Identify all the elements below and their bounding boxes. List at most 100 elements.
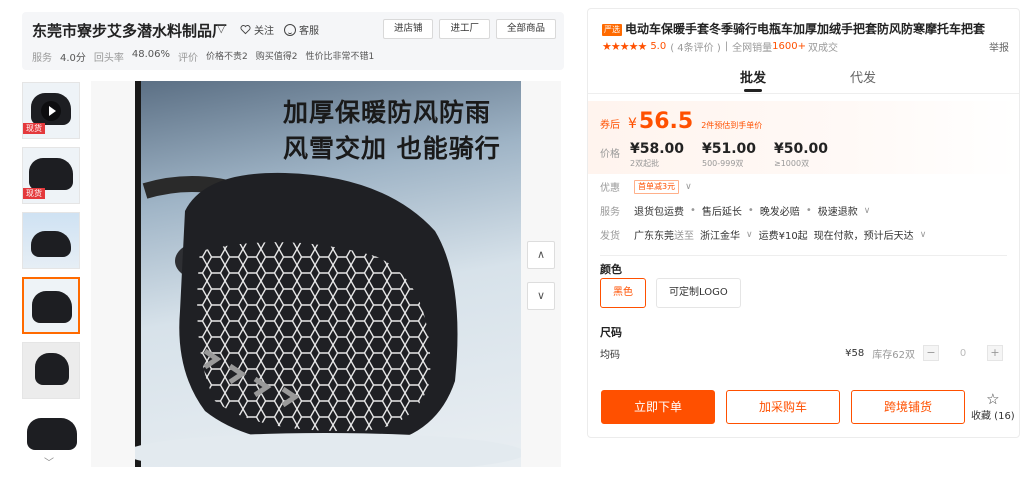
repeat-rate: 48.06% bbox=[131, 49, 171, 60]
image-next-button[interactable]: ∨ bbox=[527, 282, 555, 310]
color-options: 黑色 可定制LOGO bbox=[600, 278, 741, 308]
price-label: 价格 bbox=[600, 149, 620, 160]
service-item: 退货包运费 bbox=[634, 207, 684, 218]
product-image bbox=[32, 291, 72, 323]
tier-quantity: 500-999双 bbox=[702, 159, 744, 168]
customer-service-button[interactable]: 客服 bbox=[284, 22, 319, 37]
product-image bbox=[27, 418, 77, 450]
dot-separator: • bbox=[747, 205, 754, 216]
coupon-price-value: 56.5 bbox=[638, 109, 694, 134]
color-option-custom-logo[interactable]: 可定制LOGO bbox=[656, 278, 741, 308]
star-rating-icon: ★★★★★ bbox=[602, 40, 647, 53]
service-label: 客服 bbox=[299, 26, 319, 37]
ship-from: 广东东莞 bbox=[634, 231, 674, 242]
tab-wholesale[interactable]: 批发 bbox=[740, 67, 766, 92]
review-tag: 购买值得2 bbox=[255, 52, 298, 62]
shipping-label: 发货 bbox=[600, 231, 620, 242]
shop-buttons: 进店铺 进工厂 全部商品 bbox=[382, 19, 556, 39]
image-slogan: 加厚保暖防风防雨 风雪交加 也能骑行 bbox=[283, 95, 501, 167]
service-item: 晚发必赔 bbox=[759, 207, 800, 218]
thumbnail[interactable] bbox=[22, 212, 80, 269]
ship-to-selector[interactable]: 浙江金华 bbox=[700, 227, 740, 242]
review-count[interactable]: ( 4条评价 ) bbox=[670, 39, 721, 54]
tier-quantity: 2双起批 bbox=[630, 159, 660, 168]
price-tier: ¥51.00 500-999双 bbox=[702, 141, 774, 169]
service-score-label: 服务 bbox=[32, 53, 52, 64]
slogan-line-2: 风雪交加 也能骑行 bbox=[283, 134, 501, 163]
enter-factory-button[interactable]: 进工厂 bbox=[439, 19, 490, 39]
play-icon bbox=[41, 101, 61, 121]
discount-row: 优惠 首单减3元 ∨ bbox=[600, 179, 692, 194]
cross-border-listing-button[interactable]: 跨境铺货 bbox=[851, 390, 965, 424]
quantity-plus-button[interactable]: + bbox=[987, 345, 1003, 361]
follow-button[interactable]: 关注 bbox=[240, 22, 274, 37]
follow-label: 关注 bbox=[254, 26, 274, 37]
ship-to-word: 送至 bbox=[674, 231, 694, 242]
chevron-down-icon[interactable]: ∨ bbox=[864, 206, 871, 216]
product-page: 东莞市寮步艾多潜水料制品厂 ▽ 关注 客服 进店铺 进工厂 全部商品 服务 4.… bbox=[0, 0, 1024, 480]
product-title-text: 电动车保暖手套冬季骑行电瓶车加厚加绒手把套防风防寒摩托车把套 bbox=[625, 22, 986, 36]
quantity-minus-button[interactable]: − bbox=[923, 345, 939, 361]
tab-divider bbox=[588, 93, 1019, 94]
delivery-estimate: 现在付款，预计后天达 bbox=[813, 231, 914, 242]
review-label: 评价 bbox=[178, 53, 199, 64]
dot-separator: • bbox=[690, 205, 696, 216]
shipping-fee: 运费¥10起 bbox=[758, 231, 808, 242]
price-tiers: 价格 ¥58.00 2双起批 ¥51.00 500-999双 ¥50.00 ≥1… bbox=[600, 141, 846, 169]
thumbnail-scroll-down-icon[interactable]: ﹀ bbox=[44, 454, 54, 469]
sales-suffix: 双成交 bbox=[807, 43, 838, 54]
service-score: 4.0分 bbox=[60, 53, 86, 64]
price-box: 券后 ¥ 56.5 2件预估到手单价 价格 ¥58.00 2双起批 ¥51.00… bbox=[588, 101, 1019, 174]
price-tier: ¥58.00 2双起批 bbox=[630, 141, 702, 169]
product-title: 严选 电动车保暖手套冬季骑行电瓶车加厚加绒手把套防风防寒摩托车把套 bbox=[602, 20, 985, 37]
thumbnail[interactable]: 现货 bbox=[22, 147, 80, 204]
chevron-down-icon[interactable]: ∨ bbox=[920, 230, 927, 240]
discount-label: 优惠 bbox=[600, 183, 620, 194]
report-link[interactable]: 举报 bbox=[989, 39, 1009, 54]
heart-icon bbox=[240, 25, 251, 35]
add-to-cart-button[interactable]: 加采购车 bbox=[726, 390, 840, 424]
size-stock: 库存62双 bbox=[872, 349, 915, 361]
divider: | bbox=[724, 41, 729, 52]
service-row: 服务 退货包运费 • 售后延长 • 晚发必赔 • 极速退款 ∨ bbox=[600, 203, 870, 218]
tab-dropship[interactable]: 代发 bbox=[850, 67, 876, 92]
yanxuan-badge: 严选 bbox=[602, 24, 622, 36]
product-info-panel: 严选 电动车保暖手套冬季骑行电瓶车加厚加绒手把套防风防寒摩托车把套 ★★★★★ 5… bbox=[587, 8, 1020, 438]
size-price: ¥58 bbox=[845, 347, 865, 359]
thumbnail[interactable]: 现货 bbox=[22, 82, 80, 139]
section-divider bbox=[600, 255, 1007, 256]
tier-price: ¥50.00 bbox=[774, 141, 829, 157]
service-item: 售后延长 bbox=[701, 207, 742, 218]
image-prev-button[interactable]: ∧ bbox=[527, 241, 555, 269]
currency-symbol: ¥ bbox=[628, 116, 637, 132]
thumbnail-badge: 现货 bbox=[23, 123, 45, 134]
tier-price: ¥51.00 bbox=[702, 141, 757, 157]
quantity-input[interactable]: 0 bbox=[939, 348, 987, 359]
product-image bbox=[35, 353, 69, 385]
sales-prefix: 全网销量 bbox=[732, 43, 773, 54]
thumbnail[interactable] bbox=[22, 342, 80, 399]
color-title: 颜色 bbox=[600, 263, 622, 276]
sales-count: 1600+ bbox=[772, 41, 806, 52]
product-image bbox=[31, 231, 71, 257]
chevron-down-icon[interactable]: ▽ bbox=[217, 22, 225, 35]
promo-badge: 首单减3元 bbox=[634, 179, 680, 194]
chevron-down-icon[interactable]: ∨ bbox=[746, 230, 753, 240]
size-title: 尺码 bbox=[600, 326, 622, 339]
slogan-line-1: 加厚保暖防风防雨 bbox=[283, 98, 492, 127]
thumbnail-list: 现货 现货 bbox=[22, 82, 80, 472]
main-product-image[interactable]: 加厚保暖防风防雨 风雪交加 也能骑行 bbox=[135, 81, 521, 467]
favorite-button[interactable]: ☆ 收藏 (16) bbox=[971, 392, 1015, 423]
tier-price: ¥58.00 bbox=[630, 141, 685, 157]
shop-header: 东莞市寮步艾多潜水料制品厂 ▽ 关注 客服 进店铺 进工厂 全部商品 服务 4.… bbox=[22, 12, 564, 70]
coupon-note: 2件预估到手单价 bbox=[701, 121, 763, 130]
enter-shop-button[interactable]: 进店铺 bbox=[382, 19, 434, 39]
shop-name[interactable]: 东莞市寮步艾多潜水料制品厂 bbox=[32, 20, 227, 41]
buy-now-button[interactable]: 立即下单 bbox=[601, 390, 715, 424]
thumbnail-active[interactable] bbox=[22, 277, 80, 334]
service-icon bbox=[284, 23, 296, 36]
color-option-black[interactable]: 黑色 bbox=[600, 278, 646, 308]
chevron-down-icon[interactable]: ∨ bbox=[685, 182, 692, 192]
all-products-button[interactable]: 全部商品 bbox=[495, 19, 556, 39]
size-name: 均码 bbox=[600, 349, 620, 361]
